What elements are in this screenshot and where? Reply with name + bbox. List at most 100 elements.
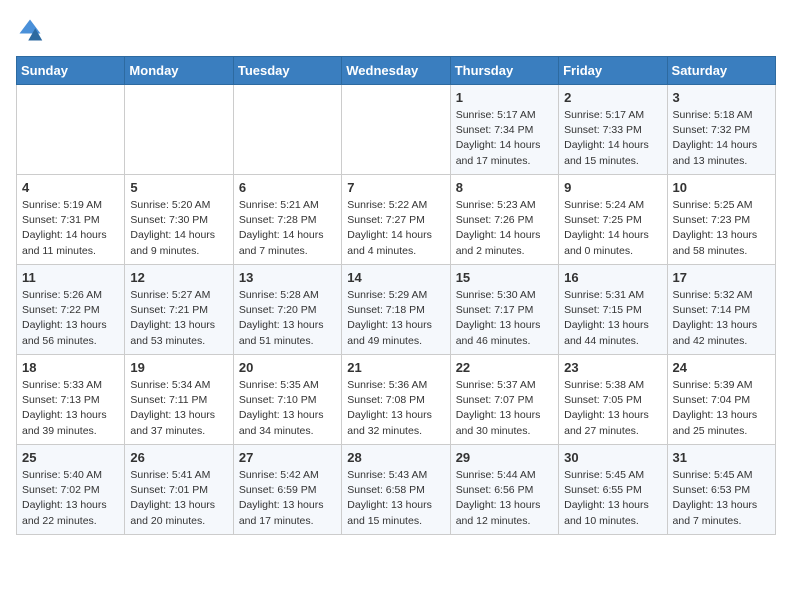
logo-icon xyxy=(16,16,44,44)
day-info: Sunrise: 5:43 AM Sunset: 6:58 PM Dayligh… xyxy=(347,468,444,529)
calendar-cell: 10 Sunrise: 5:25 AM Sunset: 7:23 PM Dayli… xyxy=(667,175,775,265)
calendar-cell: 30 Sunrise: 5:45 AM Sunset: 6:55 PM Dayli… xyxy=(559,445,667,535)
calendar-cell xyxy=(125,85,233,175)
calendar-cell: 7 Sunrise: 5:22 AM Sunset: 7:27 PM Daylig… xyxy=(342,175,450,265)
day-info: Sunrise: 5:27 AM Sunset: 7:21 PM Dayligh… xyxy=(130,288,227,349)
calendar-cell: 29 Sunrise: 5:44 AM Sunset: 6:56 PM Dayli… xyxy=(450,445,558,535)
day-number: 7 xyxy=(347,180,444,195)
page-header xyxy=(16,16,776,44)
calendar-cell: 8 Sunrise: 5:23 AM Sunset: 7:26 PM Daylig… xyxy=(450,175,558,265)
calendar-cell: 24 Sunrise: 5:39 AM Sunset: 7:04 PM Dayli… xyxy=(667,355,775,445)
day-info: Sunrise: 5:21 AM Sunset: 7:28 PM Dayligh… xyxy=(239,198,336,259)
calendar-cell: 20Sunrise: 5:35 AM Sunset: 7:10 PM Dayli… xyxy=(233,355,341,445)
day-info: Sunrise: 5:23 AM Sunset: 7:26 PM Dayligh… xyxy=(456,198,553,259)
logo xyxy=(16,16,48,44)
calendar-cell: 1Sunrise: 5:17 AM Sunset: 7:34 PM Daylig… xyxy=(450,85,558,175)
day-info: Sunrise: 5:37 AM Sunset: 7:07 PM Dayligh… xyxy=(456,378,553,439)
day-number: 30 xyxy=(564,450,661,465)
calendar-week-5: 25 Sunrise: 5:40 AM Sunset: 7:02 PM Dayli… xyxy=(17,445,776,535)
day-number: 21 xyxy=(347,360,444,375)
day-info: Sunrise: 5:18 AM Sunset: 7:32 PM Dayligh… xyxy=(673,108,770,169)
calendar-cell: 27 Sunrise: 5:42 AM Sunset: 6:59 PM Dayli… xyxy=(233,445,341,535)
calendar-cell: 16Sunrise: 5:31 AM Sunset: 7:15 PM Dayli… xyxy=(559,265,667,355)
day-info: Sunrise: 5:42 AM Sunset: 6:59 PM Dayligh… xyxy=(239,468,336,529)
calendar-cell: 15Sunrise: 5:30 AM Sunset: 7:17 PM Dayli… xyxy=(450,265,558,355)
weekday-header-row: SundayMondayTuesdayWednesdayThursdayFrid… xyxy=(17,57,776,85)
calendar-cell xyxy=(342,85,450,175)
weekday-header-saturday: Saturday xyxy=(667,57,775,85)
day-number: 11 xyxy=(22,270,119,285)
day-number: 23 xyxy=(564,360,661,375)
day-info: Sunrise: 5:19 AM Sunset: 7:31 PM Dayligh… xyxy=(22,198,119,259)
calendar-week-2: 4 Sunrise: 5:19 AM Sunset: 7:31 PM Daylig… xyxy=(17,175,776,265)
day-number: 19 xyxy=(130,360,227,375)
calendar-cell: 9 Sunrise: 5:24 AM Sunset: 7:25 PM Daylig… xyxy=(559,175,667,265)
calendar-cell: 3 Sunrise: 5:18 AM Sunset: 7:32 PM Daylig… xyxy=(667,85,775,175)
day-info: Sunrise: 5:29 AM Sunset: 7:18 PM Dayligh… xyxy=(347,288,444,349)
day-info: Sunrise: 5:45 AM Sunset: 6:55 PM Dayligh… xyxy=(564,468,661,529)
weekday-header-tuesday: Tuesday xyxy=(233,57,341,85)
calendar-cell: 31 Sunrise: 5:45 AM Sunset: 6:53 PM Dayli… xyxy=(667,445,775,535)
day-info: Sunrise: 5:39 AM Sunset: 7:04 PM Dayligh… xyxy=(673,378,770,439)
calendar-cell: 2 Sunrise: 5:17 AM Sunset: 7:33 PM Daylig… xyxy=(559,85,667,175)
calendar-body: 1Sunrise: 5:17 AM Sunset: 7:34 PM Daylig… xyxy=(17,85,776,535)
weekday-header-monday: Monday xyxy=(125,57,233,85)
day-info: Sunrise: 5:35 AM Sunset: 7:10 PM Dayligh… xyxy=(239,378,336,439)
day-info: Sunrise: 5:45 AM Sunset: 6:53 PM Dayligh… xyxy=(673,468,770,529)
day-info: Sunrise: 5:34 AM Sunset: 7:11 PM Dayligh… xyxy=(130,378,227,439)
day-number: 16 xyxy=(564,270,661,285)
day-number: 13 xyxy=(239,270,336,285)
calendar-cell: 11Sunrise: 5:26 AM Sunset: 7:22 PM Dayli… xyxy=(17,265,125,355)
day-info: Sunrise: 5:17 AM Sunset: 7:33 PM Dayligh… xyxy=(564,108,661,169)
calendar-cell: 4 Sunrise: 5:19 AM Sunset: 7:31 PM Daylig… xyxy=(17,175,125,265)
day-number: 3 xyxy=(673,90,770,105)
day-info: Sunrise: 5:28 AM Sunset: 7:20 PM Dayligh… xyxy=(239,288,336,349)
day-info: Sunrise: 5:40 AM Sunset: 7:02 PM Dayligh… xyxy=(22,468,119,529)
calendar-cell: 23 Sunrise: 5:38 AM Sunset: 7:05 PM Dayli… xyxy=(559,355,667,445)
calendar-cell: 14 Sunrise: 5:29 AM Sunset: 7:18 PM Dayli… xyxy=(342,265,450,355)
day-number: 9 xyxy=(564,180,661,195)
day-number: 14 xyxy=(347,270,444,285)
calendar-week-3: 11Sunrise: 5:26 AM Sunset: 7:22 PM Dayli… xyxy=(17,265,776,355)
day-info: Sunrise: 5:25 AM Sunset: 7:23 PM Dayligh… xyxy=(673,198,770,259)
day-number: 4 xyxy=(22,180,119,195)
day-info: Sunrise: 5:17 AM Sunset: 7:34 PM Dayligh… xyxy=(456,108,553,169)
calendar-cell: 18 Sunrise: 5:33 AM Sunset: 7:13 PM Dayli… xyxy=(17,355,125,445)
day-info: Sunrise: 5:20 AM Sunset: 7:30 PM Dayligh… xyxy=(130,198,227,259)
day-info: Sunrise: 5:24 AM Sunset: 7:25 PM Dayligh… xyxy=(564,198,661,259)
day-info: Sunrise: 5:33 AM Sunset: 7:13 PM Dayligh… xyxy=(22,378,119,439)
day-info: Sunrise: 5:36 AM Sunset: 7:08 PM Dayligh… xyxy=(347,378,444,439)
day-number: 18 xyxy=(22,360,119,375)
day-number: 10 xyxy=(673,180,770,195)
day-number: 12 xyxy=(130,270,227,285)
calendar-cell: 13 Sunrise: 5:28 AM Sunset: 7:20 PM Dayli… xyxy=(233,265,341,355)
weekday-header-sunday: Sunday xyxy=(17,57,125,85)
day-number: 29 xyxy=(456,450,553,465)
day-number: 27 xyxy=(239,450,336,465)
day-number: 24 xyxy=(673,360,770,375)
calendar-cell: 26 Sunrise: 5:41 AM Sunset: 7:01 PM Dayli… xyxy=(125,445,233,535)
day-number: 31 xyxy=(673,450,770,465)
day-number: 8 xyxy=(456,180,553,195)
calendar-cell: 21 Sunrise: 5:36 AM Sunset: 7:08 PM Dayli… xyxy=(342,355,450,445)
weekday-header-thursday: Thursday xyxy=(450,57,558,85)
day-info: Sunrise: 5:22 AM Sunset: 7:27 PM Dayligh… xyxy=(347,198,444,259)
calendar-cell: 17Sunrise: 5:32 AM Sunset: 7:14 PM Dayli… xyxy=(667,265,775,355)
day-number: 25 xyxy=(22,450,119,465)
day-number: 26 xyxy=(130,450,227,465)
day-info: Sunrise: 5:41 AM Sunset: 7:01 PM Dayligh… xyxy=(130,468,227,529)
calendar-cell: 25 Sunrise: 5:40 AM Sunset: 7:02 PM Dayli… xyxy=(17,445,125,535)
day-info: Sunrise: 5:38 AM Sunset: 7:05 PM Dayligh… xyxy=(564,378,661,439)
day-number: 2 xyxy=(564,90,661,105)
weekday-header-wednesday: Wednesday xyxy=(342,57,450,85)
day-number: 6 xyxy=(239,180,336,195)
weekday-header-friday: Friday xyxy=(559,57,667,85)
day-number: 22 xyxy=(456,360,553,375)
calendar-week-1: 1Sunrise: 5:17 AM Sunset: 7:34 PM Daylig… xyxy=(17,85,776,175)
day-number: 17 xyxy=(673,270,770,285)
calendar-cell xyxy=(17,85,125,175)
calendar-table: SundayMondayTuesdayWednesdayThursdayFrid… xyxy=(16,56,776,535)
day-number: 15 xyxy=(456,270,553,285)
calendar-cell: 22 Sunrise: 5:37 AM Sunset: 7:07 PM Dayli… xyxy=(450,355,558,445)
day-info: Sunrise: 5:44 AM Sunset: 6:56 PM Dayligh… xyxy=(456,468,553,529)
